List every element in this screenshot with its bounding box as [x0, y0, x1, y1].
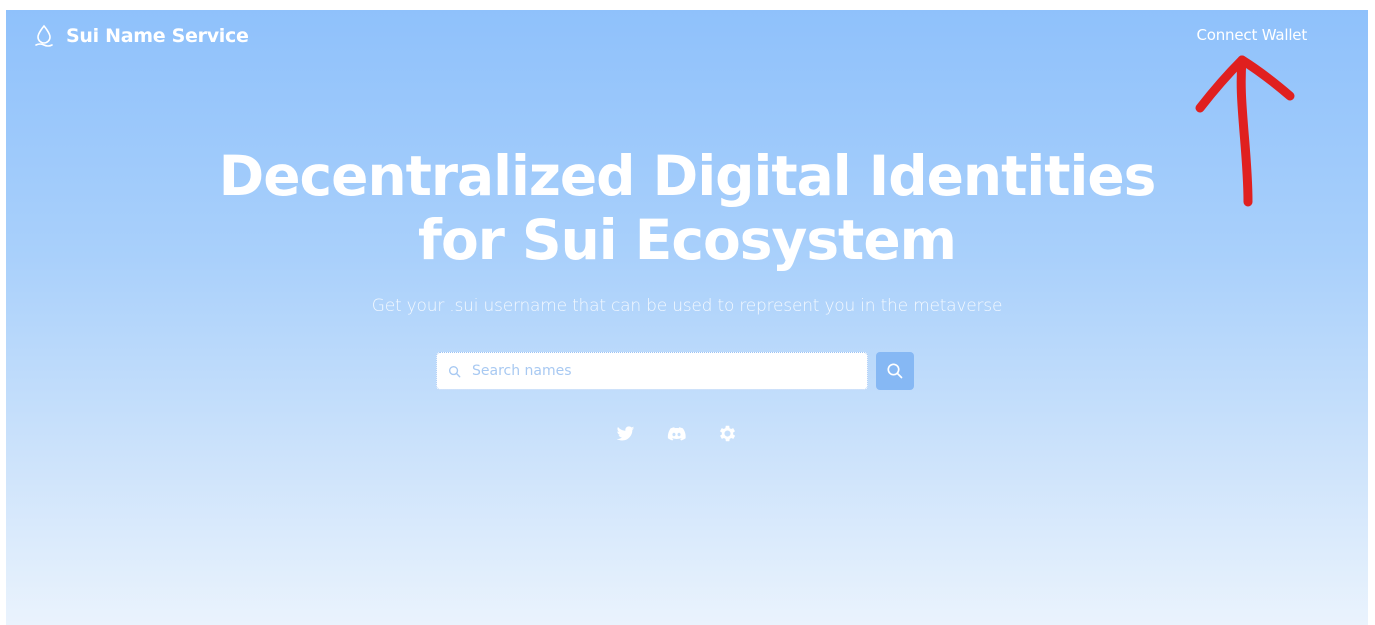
connect-wallet-button[interactable]: Connect Wallet: [1197, 26, 1308, 44]
discord-icon[interactable]: [666, 423, 687, 444]
search-input[interactable]: [470, 362, 854, 380]
search-icon: [448, 365, 461, 377]
headline-line-2: for Sui Ecosystem: [418, 208, 957, 272]
brand-logo[interactable]: Sui Name Service: [34, 24, 249, 48]
headline-line-1: Decentralized Digital Identities: [218, 144, 1157, 208]
search-button[interactable]: [876, 352, 914, 390]
search-field: [436, 352, 868, 390]
social-links: [615, 423, 738, 444]
droplet-icon: [35, 24, 53, 47]
subtitle: Get your .sui username that can be used …: [371, 296, 1003, 316]
twitter-icon[interactable]: [615, 423, 636, 444]
gear-icon[interactable]: [717, 423, 738, 444]
page-title: Decentralized Digital Identities for Sui…: [6, 144, 1368, 272]
page-background: Sui Name Service Connect Wallet Decentra…: [6, 10, 1368, 625]
brand-name: Sui Name Service: [66, 25, 249, 47]
search-icon: [887, 363, 903, 379]
